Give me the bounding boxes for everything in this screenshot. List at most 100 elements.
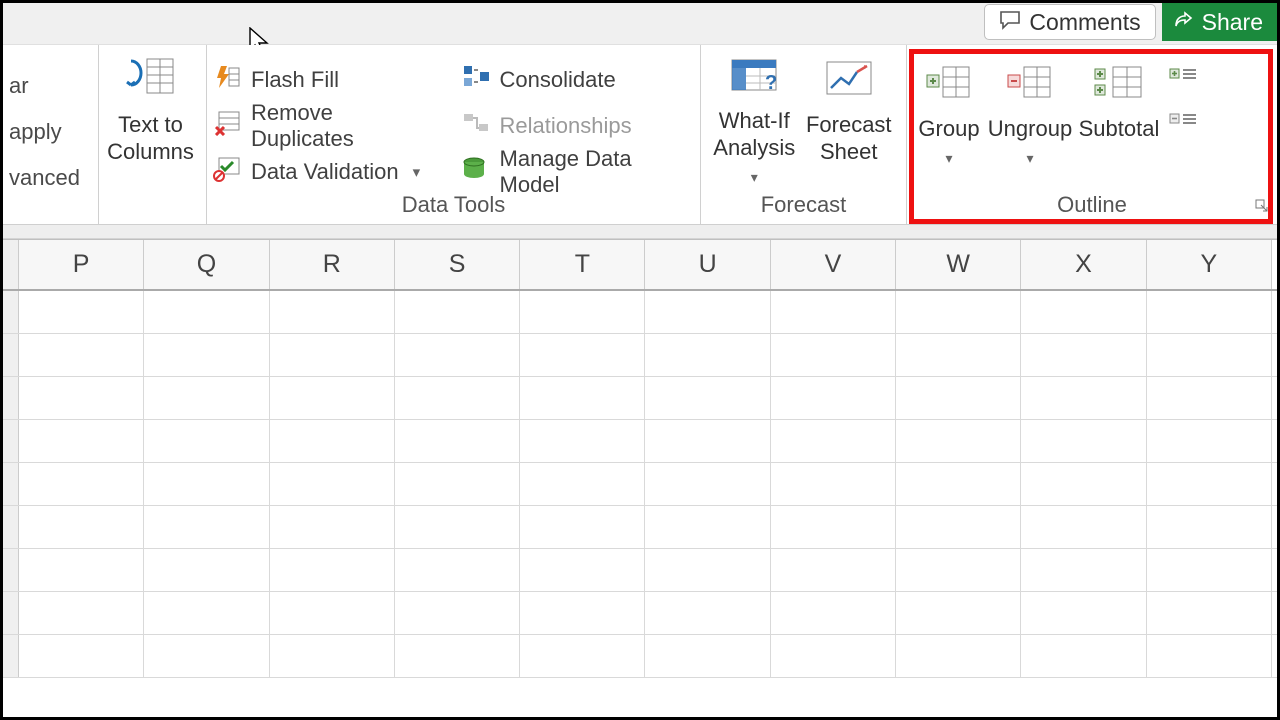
cell[interactable] [1021,592,1146,634]
outline-dialog-launcher-icon[interactable] [1255,199,1269,216]
cell[interactable] [144,291,269,333]
what-if-analysis-button[interactable]: ? What-If Analysis ▾ [707,51,802,191]
cell[interactable] [270,592,395,634]
clear-button-partial[interactable]: ar [9,63,88,109]
cell[interactable] [520,635,645,677]
column-header[interactable]: T [520,240,645,289]
row-header[interactable] [3,592,19,634]
cell[interactable] [896,592,1021,634]
cell[interactable] [520,377,645,419]
share-button[interactable]: Share [1162,3,1277,41]
cell[interactable] [645,506,770,548]
column-header[interactable]: P [19,240,144,289]
cell[interactable] [1021,635,1146,677]
cell[interactable] [1147,291,1272,333]
cell[interactable] [520,334,645,376]
cell[interactable] [1021,463,1146,505]
cell[interactable] [1147,592,1272,634]
chevron-down-icon[interactable]: ▾ [1026,150,1033,166]
data-validation-button[interactable]: Data Validation ▾ [213,149,432,195]
cell[interactable] [896,420,1021,462]
row-header-corner[interactable] [3,240,19,289]
remove-duplicates-button[interactable]: Remove Duplicates [213,103,432,149]
cell[interactable] [1021,420,1146,462]
cell[interactable] [1147,463,1272,505]
column-header[interactable]: X [1021,240,1146,289]
cell[interactable] [645,635,770,677]
cell[interactable] [270,334,395,376]
cell[interactable] [19,592,144,634]
cell[interactable] [645,592,770,634]
spreadsheet-grid[interactable]: PQRSTUVWXY [3,239,1277,717]
reapply-button-partial[interactable]: apply [9,109,88,155]
chevron-down-icon[interactable]: ▾ [945,150,952,166]
cell[interactable] [270,635,395,677]
cell[interactable] [896,549,1021,591]
cell[interactable] [771,377,896,419]
cell[interactable] [771,420,896,462]
cell[interactable] [520,549,645,591]
cell[interactable] [1021,549,1146,591]
cell[interactable] [771,506,896,548]
cell[interactable] [395,334,520,376]
subtotal-button[interactable]: Subtotal [1075,55,1163,181]
cell[interactable] [395,291,520,333]
cell[interactable] [144,420,269,462]
cell[interactable] [270,420,395,462]
row-header[interactable] [3,635,19,677]
cell[interactable] [645,291,770,333]
cell[interactable] [1021,506,1146,548]
cell[interactable] [395,635,520,677]
cell[interactable] [771,549,896,591]
column-header[interactable]: U [645,240,770,289]
cell[interactable] [645,463,770,505]
cell[interactable] [520,592,645,634]
row-header[interactable] [3,420,19,462]
cell[interactable] [520,463,645,505]
cell[interactable] [520,291,645,333]
flash-fill-button[interactable]: Flash Fill [213,57,432,103]
cell[interactable] [1021,291,1146,333]
cell[interactable] [771,463,896,505]
consolidate-button[interactable]: Consolidate [462,57,690,103]
cell[interactable] [645,334,770,376]
cell[interactable] [395,592,520,634]
cell[interactable] [395,463,520,505]
cell[interactable] [1147,334,1272,376]
cell[interactable] [645,420,770,462]
row-header[interactable] [3,506,19,548]
cell[interactable] [144,549,269,591]
column-header[interactable]: W [896,240,1021,289]
cell[interactable] [270,377,395,419]
cell[interactable] [1147,506,1272,548]
column-header[interactable]: Y [1147,240,1272,289]
cell[interactable] [395,420,520,462]
cell[interactable] [896,334,1021,376]
cell[interactable] [896,635,1021,677]
cell[interactable] [19,291,144,333]
cell[interactable] [771,291,896,333]
column-header[interactable]: R [270,240,395,289]
cell[interactable] [270,463,395,505]
cell[interactable] [771,635,896,677]
cell[interactable] [19,549,144,591]
group-button[interactable]: Group▾ [913,55,985,181]
cell[interactable] [771,334,896,376]
comments-button[interactable]: Comments [984,4,1155,40]
cell[interactable] [19,506,144,548]
cell[interactable] [896,506,1021,548]
ungroup-button[interactable]: Ungroup▾ [985,55,1075,181]
cell[interactable] [896,463,1021,505]
row-header[interactable] [3,549,19,591]
cell[interactable] [270,291,395,333]
hide-detail-button[interactable] [1169,110,1197,133]
cell[interactable] [144,592,269,634]
cell[interactable] [520,420,645,462]
cell[interactable] [1147,635,1272,677]
column-header[interactable]: V [771,240,896,289]
cell[interactable] [395,549,520,591]
advanced-button-partial[interactable]: vanced [9,155,88,201]
cell[interactable] [395,506,520,548]
cell[interactable] [270,549,395,591]
text-to-columns-button[interactable]: Text to Columns [105,51,196,165]
